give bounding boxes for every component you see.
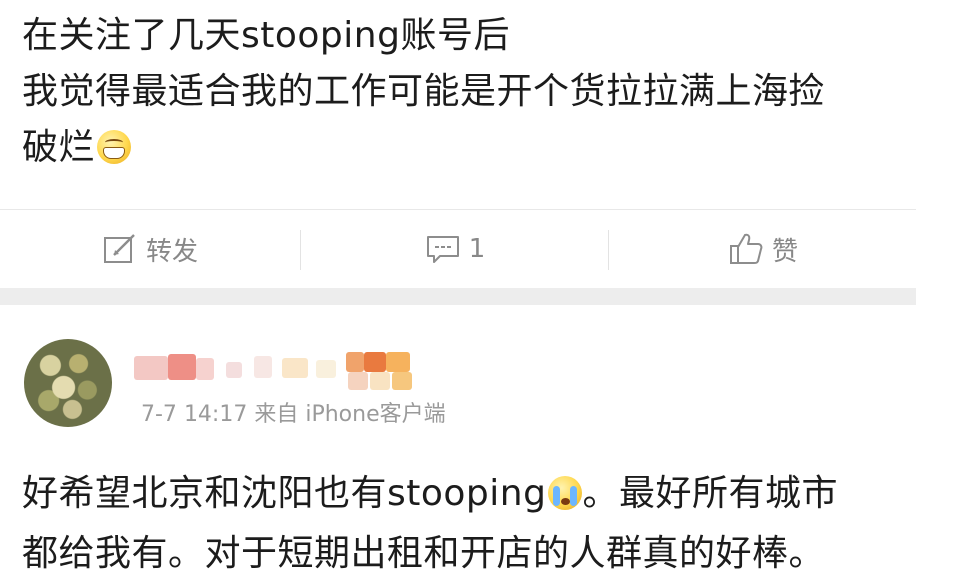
comment-count: 1 [468,234,486,264]
blur-block [316,360,336,378]
post-line-3-text: 破烂 [22,127,96,168]
comment-line-1: 好希望北京和沈阳也有stooping 。最好所有城市 [22,464,922,524]
comment-line-2: 都给我有。对于短期出租和开店的人群真的好棒。 [22,533,826,574]
section-gap [0,288,916,305]
username-blurred[interactable] [134,352,430,392]
repost-icon [102,233,138,265]
blur-block [370,372,390,390]
like-button[interactable]: 赞 [610,210,916,288]
action-separator [300,230,301,270]
repost-label: 转发 [145,236,198,267]
blur-block [226,362,242,378]
repost-button[interactable]: 转发 [0,210,300,288]
post-line-2: 我觉得最适合我的工作可能是开个货拉拉满上海捡 [22,71,826,112]
comment-icon [425,233,461,265]
comment-meta: 7-7 14:17 来自 iPhone客户端 [141,396,446,428]
comment-time: 14:17 [183,402,248,427]
weibo-screenshot: 在关注了几天stooping账号后 我觉得最适合我的工作可能是开个货拉拉满上海捡… [0,0,958,578]
avatar[interactable] [24,339,112,427]
post-line-3: 破烂 [22,120,902,176]
crying-emoji-icon [548,476,583,510]
grin-emoji-icon [97,130,132,164]
post-action-bar: 转发 1 赞 [0,210,916,288]
action-separator [608,230,609,270]
blur-block [134,356,168,380]
comment-button[interactable]: 1 [302,210,608,288]
blur-block [386,352,410,372]
blur-block [348,372,368,390]
blur-block [254,356,272,378]
blur-block [364,352,386,372]
comment-line-1-end: 。最好所有城市 [582,473,838,514]
comment-source: 来自 iPhone客户端 [254,402,446,427]
thumbs-up-icon [728,232,764,266]
post-line-1: 在关注了几天stooping账号后 [22,15,510,56]
blur-block [392,372,412,390]
blur-block [196,358,214,380]
blur-block [346,352,364,372]
post-text: 在关注了几天stooping账号后 我觉得最适合我的工作可能是开个货拉拉满上海捡… [22,8,902,176]
comment-date: 7-7 [141,402,177,427]
blur-block [282,358,308,378]
comment-text: 好希望北京和沈阳也有stooping 。最好所有城市 都给我有。对于短期出租和开店… [22,464,922,578]
like-label: 赞 [771,236,798,267]
blur-block [168,354,196,380]
comment-line-1-start: 好希望北京和沈阳也有stooping [22,473,547,514]
